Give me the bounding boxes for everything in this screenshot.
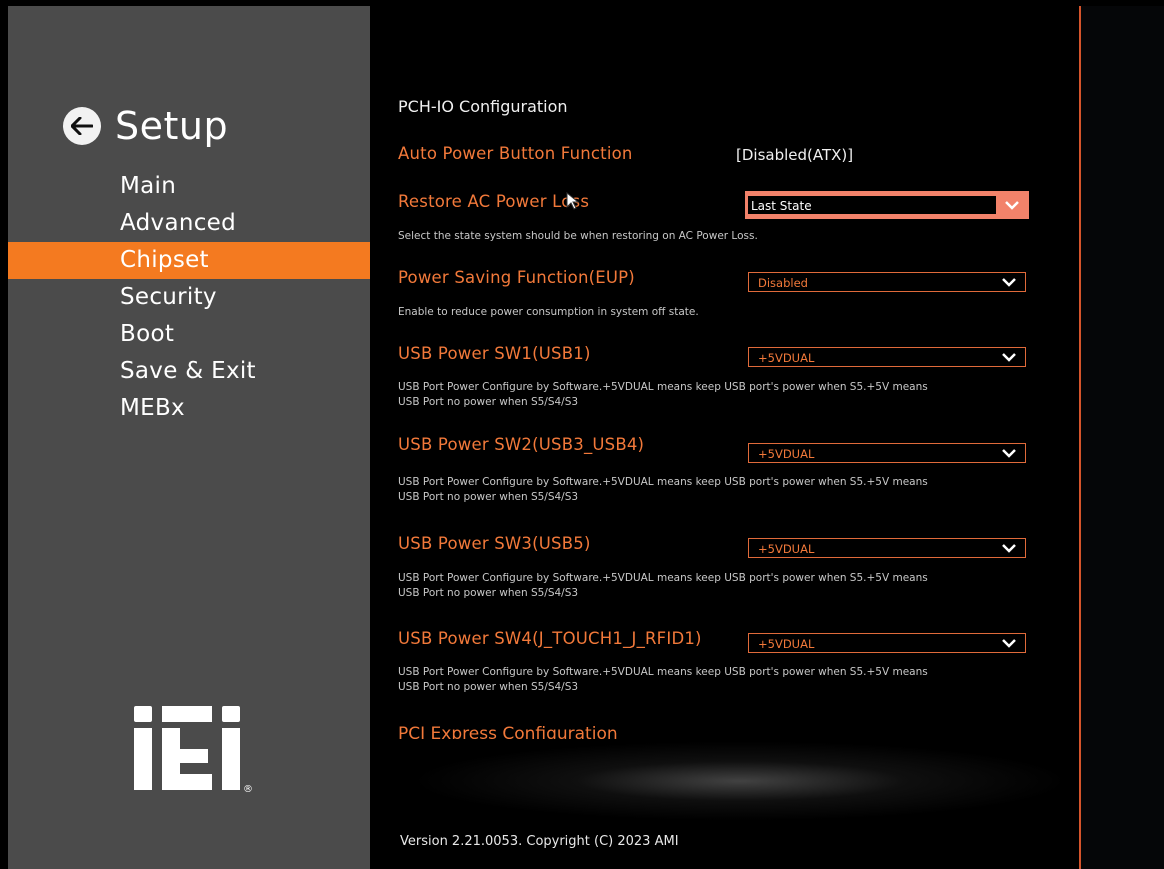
dropdown-value: +5VDUAL <box>758 351 815 365</box>
help-line: USB Port no power when S5/S4/S3 <box>398 681 579 693</box>
nav-item-boot[interactable]: Boot <box>8 316 370 353</box>
nav-item-save-exit[interactable]: Save & Exit <box>8 353 370 390</box>
version-text: Version 2.21.0053. Copyright (C) 2023 AM… <box>400 834 679 849</box>
iei-logo: ® <box>134 706 253 795</box>
usb-sw3-label[interactable]: USB Power SW3(USB5) <box>398 534 591 553</box>
help-line: USB Port Power Configure by Software.+5V… <box>398 476 928 488</box>
help-line: USB Port Power Configure by Software.+5V… <box>398 381 928 393</box>
nav-item-security[interactable]: Security <box>8 279 370 316</box>
usb-sw3-help: USB Port Power Configure by Software.+5V… <box>398 571 1038 601</box>
help-line: USB Port no power when S5/S4/S3 <box>398 396 579 408</box>
help-line: USB Port no power when S5/S4/S3 <box>398 491 579 503</box>
restore-ac-dropdown[interactable]: Last State <box>745 191 1029 219</box>
chevron-down-icon <box>1002 639 1016 648</box>
usb-sw1-label[interactable]: USB Power SW1(USB1) <box>398 344 591 363</box>
usb-sw2-dropdown[interactable]: +5VDUAL <box>748 443 1026 463</box>
footer-glow <box>410 741 1070 821</box>
arrow-left-icon[interactable] <box>63 107 101 145</box>
mouse-cursor-icon <box>566 192 580 210</box>
help-side-panel <box>1081 6 1164 869</box>
main-panel: PCH-IO Configuration Auto Power Button F… <box>370 6 1080 869</box>
restore-ac-label[interactable]: Restore AC Power Loss <box>398 192 589 211</box>
nav-item-main[interactable]: Main <box>8 168 370 205</box>
usb-sw4-dropdown[interactable]: +5VDUAL <box>748 633 1026 653</box>
help-line: USB Port no power when S5/S4/S3 <box>398 587 579 599</box>
help-line: USB Port Power Configure by Software.+5V… <box>398 666 928 678</box>
dropdown-value: +5VDUAL <box>758 542 815 556</box>
dropdown-value: Last State <box>751 199 812 213</box>
svg-text:®: ® <box>243 784 253 795</box>
usb-sw2-label[interactable]: USB Power SW2(USB3_USB4) <box>398 435 644 454</box>
pci-express-label[interactable]: PCI Express Configuration <box>398 723 618 739</box>
dropdown-value: +5VDUAL <box>758 637 815 651</box>
sidebar: Setup Main Advanced Chipset Security Boo… <box>8 6 370 869</box>
nav-item-chipset[interactable]: Chipset <box>8 242 370 279</box>
usb-sw4-help: USB Port Power Configure by Software.+5V… <box>398 665 1038 695</box>
chevron-down-icon <box>1002 544 1016 553</box>
chevron-down-icon <box>1005 201 1019 210</box>
power-saving-label[interactable]: Power Saving Function(EUP) <box>398 268 635 287</box>
setup-header: Setup <box>63 104 228 148</box>
usb-sw4-label[interactable]: USB Power SW4(J_TOUCH1_J_RFID1) <box>398 629 702 648</box>
power-saving-dropdown[interactable]: Disabled <box>748 272 1026 292</box>
nav-item-advanced[interactable]: Advanced <box>8 205 370 242</box>
nav-item-mebx[interactable]: MEBx <box>8 390 370 427</box>
auto-power-value: [Disabled(ATX)] <box>736 146 854 164</box>
restore-ac-help: Select the state system should be when r… <box>398 230 758 242</box>
dropdown-field: Last State <box>748 196 996 214</box>
auto-power-label[interactable]: Auto Power Button Function <box>398 144 633 163</box>
help-line: USB Port Power Configure by Software.+5V… <box>398 572 928 584</box>
chevron-down-icon <box>1002 353 1016 362</box>
nav-menu: Main Advanced Chipset Security Boot Save… <box>8 168 370 427</box>
section-title: PCH-IO Configuration <box>398 97 568 116</box>
dropdown-value: Disabled <box>758 276 808 290</box>
setup-title: Setup <box>115 104 229 148</box>
power-saving-help: Enable to reduce power consumption in sy… <box>398 306 699 318</box>
usb-sw1-help: USB Port Power Configure by Software.+5V… <box>398 380 1038 410</box>
usb-sw2-help: USB Port Power Configure by Software.+5V… <box>398 475 1038 505</box>
chevron-down-icon <box>1002 449 1016 458</box>
chevron-down-icon <box>1002 278 1016 287</box>
usb-sw1-dropdown[interactable]: +5VDUAL <box>748 347 1026 367</box>
dropdown-value: +5VDUAL <box>758 447 815 461</box>
usb-sw3-dropdown[interactable]: +5VDUAL <box>748 538 1026 558</box>
